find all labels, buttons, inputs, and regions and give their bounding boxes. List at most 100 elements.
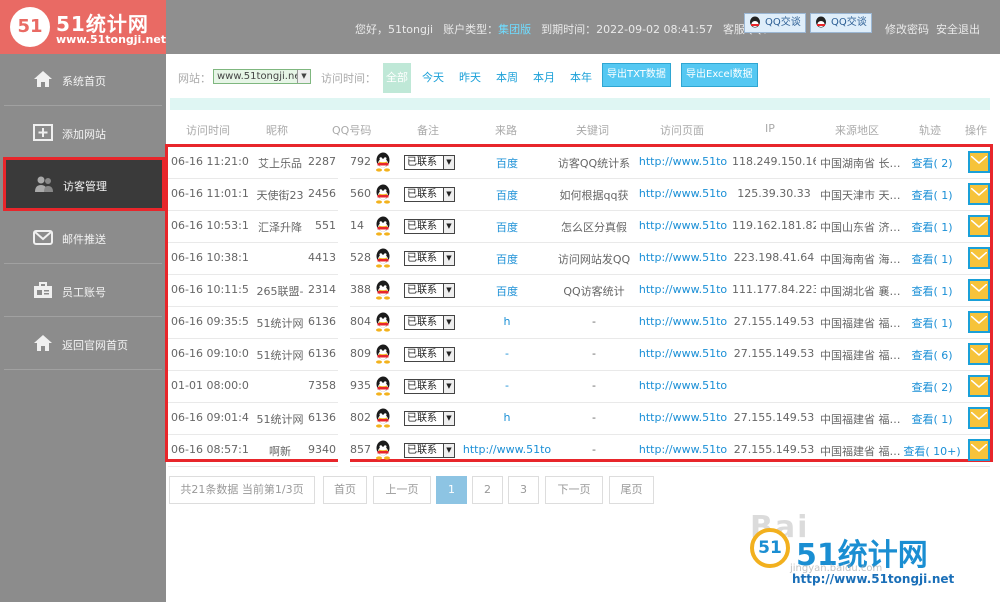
send-email-icon[interactable] — [968, 183, 990, 205]
time-filter-year[interactable]: 本年 — [567, 63, 595, 93]
cell-visit-page[interactable]: http://www.51to — [638, 411, 728, 424]
cell-referrer[interactable]: - — [462, 379, 552, 392]
cell-qq-part-a: 2287 — [308, 155, 336, 168]
qq-icon[interactable] — [374, 280, 392, 300]
send-email-icon[interactable] — [968, 311, 990, 333]
pager-page-3[interactable]: 3 — [508, 476, 539, 504]
qq-icon[interactable] — [374, 344, 392, 364]
cell-track-link[interactable]: 查看( 1) — [900, 315, 964, 331]
pager-prev[interactable]: 上一页 — [373, 476, 431, 504]
pager-page-1[interactable]: 1 — [436, 476, 467, 504]
pager-next[interactable]: 下一页 — [545, 476, 603, 504]
pager-page-2[interactable]: 2 — [472, 476, 503, 504]
sidebar-item-add-site[interactable]: 添加网站 — [4, 107, 162, 159]
cell-visit-page[interactable]: http://www.51to — [638, 347, 728, 360]
cell-visit-page[interactable]: http://www.51to — [638, 443, 728, 456]
cell-track-link[interactable]: 查看( 1) — [900, 219, 964, 235]
cell-referrer[interactable]: http://www.51to — [462, 443, 552, 456]
cell-track-link[interactable]: 查看( 1) — [900, 283, 964, 299]
send-email-icon[interactable] — [968, 375, 990, 397]
time-filter-all[interactable]: 全部 — [383, 63, 411, 93]
logo[interactable]: 51 51统计网 www.51tongji.net — [0, 0, 166, 54]
qq-icon[interactable] — [374, 184, 392, 204]
time-filter-month[interactable]: 本月 — [530, 63, 558, 93]
time-filter-yesterday[interactable]: 昨天 — [456, 63, 484, 93]
time-filter-week[interactable]: 本周 — [493, 63, 521, 93]
send-email-icon[interactable] — [968, 151, 990, 173]
cell-referrer[interactable]: 百度 — [462, 219, 552, 235]
cell-visit-page[interactable]: http://www.51to — [638, 155, 728, 168]
cell-referrer[interactable]: 百度 — [462, 251, 552, 267]
pager-last[interactable]: 尾页 — [609, 476, 654, 504]
cell-qq-part-a: 4413 — [308, 251, 336, 264]
cell-visit-page[interactable]: http://www.51to — [638, 219, 728, 232]
export-excel-button[interactable]: 导出Excel数据 — [681, 63, 758, 87]
sidebar-item-email-push[interactable]: 邮件推送 — [4, 212, 162, 264]
cell-visit-page[interactable]: http://www.51to — [638, 187, 728, 200]
note-select-value: 已联系 — [407, 413, 437, 424]
sidebar-item-back-home[interactable]: 返回官网首页 — [4, 318, 162, 370]
note-select[interactable]: 已联系 ▼ — [404, 411, 455, 426]
cell-referrer[interactable]: - — [462, 347, 552, 360]
send-email-icon[interactable] — [968, 215, 990, 237]
qq-icon[interactable] — [374, 408, 392, 428]
cell-referrer[interactable]: 百度 — [462, 155, 552, 171]
note-select-value: 已联系 — [407, 189, 437, 200]
change-password-link[interactable]: 修改密码 — [885, 21, 929, 37]
send-email-icon[interactable] — [968, 407, 990, 429]
cell-referrer[interactable]: h — [462, 315, 552, 328]
note-select[interactable]: 已联系 ▼ — [404, 379, 455, 394]
cell-track-link[interactable]: 查看( 1) — [900, 411, 964, 427]
qq-chat-button-1[interactable]: QQ交谈 — [744, 13, 806, 33]
logo-mark: 51 — [10, 7, 50, 47]
qq-chat-button-2[interactable]: QQ交谈 — [810, 13, 872, 33]
sidebar-item-home[interactable]: 系统首页 — [4, 54, 162, 106]
note-select[interactable]: 已联系 ▼ — [404, 315, 455, 330]
cell-track-link[interactable]: 查看( 10+) — [900, 443, 964, 459]
account-type: 集团版 — [498, 23, 532, 36]
sidebar-item-visitors[interactable]: 访客管理 — [3, 157, 165, 211]
cell-track-link[interactable]: 查看( 6) — [900, 347, 964, 363]
export-txt-button[interactable]: 导出TXT数据 — [602, 63, 671, 87]
cell-nickname: 51统计网 — [256, 413, 304, 426]
qq-icon[interactable] — [374, 152, 392, 172]
note-select[interactable]: 已联系 ▼ — [404, 347, 455, 362]
qq-icon[interactable] — [374, 440, 392, 460]
qq-icon[interactable] — [374, 312, 392, 332]
cell-referrer[interactable]: 百度 — [462, 283, 552, 299]
sidebar-item-label: 访客管理 — [63, 180, 107, 193]
pager-first[interactable]: 首页 — [323, 476, 367, 504]
note-select-value: 已联系 — [407, 381, 437, 392]
cell-track-link[interactable]: 查看( 1) — [900, 251, 964, 267]
cell-visit-page[interactable]: http://www.51to — [638, 315, 728, 328]
sidebar-item-label: 返回官网首页 — [62, 339, 128, 352]
cell-track-link[interactable]: 查看( 1) — [900, 187, 964, 203]
note-select[interactable]: 已联系 ▼ — [404, 155, 455, 170]
note-select[interactable]: 已联系 ▼ — [404, 219, 455, 234]
cell-track-link[interactable]: 查看( 2) — [900, 155, 964, 171]
cell-track-link[interactable]: 查看( 2) — [900, 379, 964, 395]
send-email-icon[interactable] — [968, 279, 990, 301]
note-select[interactable]: 已联系 ▼ — [404, 443, 455, 458]
qq-mask — [338, 275, 350, 307]
send-email-icon[interactable] — [968, 343, 990, 365]
qq-icon[interactable] — [374, 376, 392, 396]
note-select[interactable]: 已联系 ▼ — [404, 187, 455, 202]
cell-referrer[interactable]: 百度 — [462, 187, 552, 203]
time-filter-today[interactable]: 今天 — [419, 63, 447, 93]
send-email-icon[interactable] — [968, 439, 990, 461]
send-email-icon[interactable] — [968, 247, 990, 269]
qq-icon[interactable] — [374, 216, 392, 236]
cell-visit-page[interactable]: http://www.51to — [638, 379, 728, 392]
sidebar-item-staff[interactable]: 员工账号 — [4, 265, 162, 317]
qq-icon[interactable] — [374, 248, 392, 268]
logout-link[interactable]: 安全退出 — [936, 21, 980, 37]
note-select[interactable]: 已联系 ▼ — [404, 251, 455, 266]
filter-bar: 网站： www.51tongji.net ▼ 访问时间： 全部 今天 昨天 本周… — [178, 63, 988, 93]
cell-ip: 118.249.150.16 — [732, 155, 816, 168]
site-select[interactable]: www.51tongji.net ▼ — [213, 69, 311, 84]
note-select[interactable]: 已联系 ▼ — [404, 283, 455, 298]
cell-visit-page[interactable]: http://www.51to — [638, 283, 728, 296]
cell-referrer[interactable]: h — [462, 411, 552, 424]
cell-visit-page[interactable]: http://www.51to — [638, 251, 728, 264]
